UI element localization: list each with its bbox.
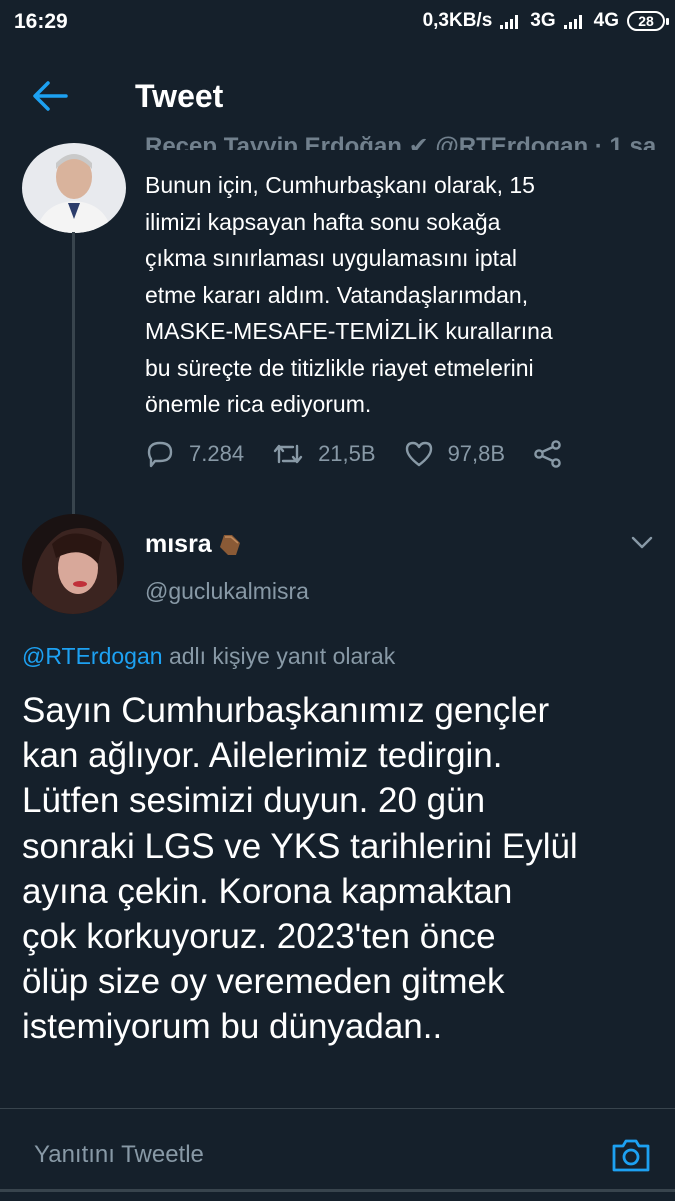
battery-icon: 28	[627, 11, 669, 31]
status-time: 16:29	[14, 10, 68, 33]
reply-line: Lütfen sesimizi duyun. 20 gün	[22, 781, 486, 821]
reply-line: istemiyorum bu dünyadan..	[22, 1007, 443, 1047]
reply-icon	[147, 441, 173, 468]
replying-mention-link[interactable]: @RTErdogan	[22, 643, 163, 669]
like-button[interactable]: 97,8B	[404, 440, 506, 468]
back-arrow-icon[interactable]	[30, 78, 70, 114]
share-icon	[534, 440, 561, 468]
reply-tweet-text: Sayın Cumhurbaşkanımız gençler kan ağlıy…	[22, 688, 662, 1050]
reply-avatar-photo	[22, 514, 124, 614]
like-icon	[405, 441, 432, 467]
retweet-button[interactable]: 21,5B	[272, 440, 376, 468]
reply-name-text: mısra	[145, 530, 212, 558]
status-bar: 16:29 0,3KB/s 3G 4G 28	[0, 0, 675, 44]
divider	[0, 1189, 675, 1192]
like-count: 97,8B	[447, 441, 506, 466]
battery-level: 28	[638, 13, 654, 29]
signal-icon-2	[563, 15, 582, 29]
parent-line: bu süreçte de titizlikle riayet etmeleri…	[145, 354, 534, 381]
reply-line: çok korkuyoruz. 2023'ten önce	[22, 917, 496, 957]
reply-count: 7.284	[189, 441, 245, 466]
parent-line: Bunun için, Cumhurbaşkanı olarak, 15	[145, 172, 535, 198]
reply-line: kan ağlıyor. Ailelerimiz tedirgin.	[22, 736, 503, 776]
parent-line: MASKE-MESAFE-TEMİZLİK kurallarına	[145, 318, 553, 344]
parent-avatar[interactable]	[22, 143, 126, 233]
thread-line	[72, 232, 75, 514]
parent-avatar-photo	[22, 143, 126, 233]
replying-suffix: adlı kişiye yanıt olarak	[162, 643, 396, 669]
reply-author-handle[interactable]: @guclukalmisra	[145, 578, 309, 605]
camera-icon[interactable]	[610, 1136, 652, 1174]
parent-tweet-text: Bunun için, Cumhurbaşkanı olarak, 15 ili…	[145, 167, 655, 423]
coffin-emoji-icon	[219, 534, 240, 555]
chevron-down-icon[interactable]	[630, 533, 654, 551]
reply-line: sonraki LGS ve YKS tarihlerini Eylül	[22, 826, 578, 866]
reply-author-name[interactable]: mısra	[145, 530, 242, 559]
status-right: 0,3KB/s 3G 4G 28	[422, 10, 669, 32]
parent-line: etme kararı aldım. Vatandaşlarımdan,	[145, 281, 529, 308]
reply-line: ayına çekin. Korona kapmaktan	[22, 871, 513, 911]
reply-line: ölüp size oy veremeden gitmek	[22, 962, 505, 1002]
page-title: Tweet	[135, 78, 224, 114]
retweet-count: 21,5B	[318, 441, 376, 466]
app-bar: Tweet	[0, 44, 675, 144]
reply-input[interactable]: Yanıtını Tweetle	[34, 1141, 204, 1169]
parent-tweet-actions: 7.284 21,5B 97,8B	[145, 440, 591, 468]
signal-icon	[500, 15, 519, 29]
parent-line: ilimizi kapsayan hafta sonu sokağa	[145, 208, 501, 235]
network-speed: 0,3KB/s	[422, 10, 493, 31]
share-button[interactable]	[533, 440, 563, 468]
retweet-icon	[273, 444, 303, 464]
replying-to: @RTErdogan adlı kişiye yanıt olarak	[22, 643, 395, 670]
network-type-2: 4G	[593, 10, 619, 31]
network-type-1: 3G	[530, 10, 556, 31]
parent-line: önemle rica ediyorum.	[145, 391, 372, 417]
parent-line: çıkma sınırlaması uygulamasını iptal	[145, 245, 517, 271]
reply-line: Sayın Cumhurbaşkanımız gençler	[22, 691, 550, 730]
reply-compose-bar[interactable]: Yanıtını Tweetle	[0, 1108, 675, 1201]
parent-author-header[interactable]: Recep Tayyip Erdoğan ✔ @RTErdogan · 1 sa	[145, 132, 656, 150]
reply-button[interactable]: 7.284	[145, 440, 244, 468]
reply-avatar[interactable]	[22, 514, 124, 614]
